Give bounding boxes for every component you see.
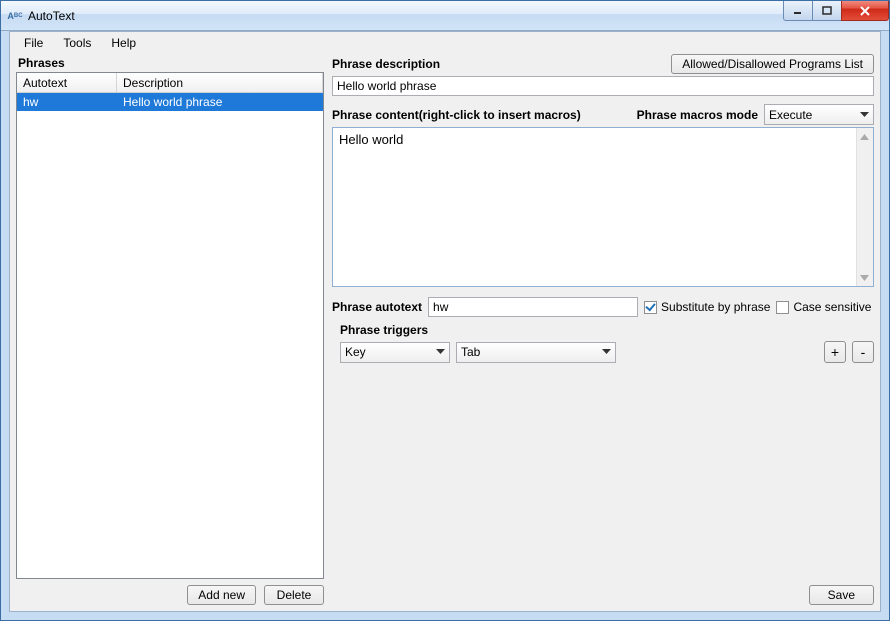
window-title: AutoText [28,9,75,23]
phrase-content-label: Phrase content(right-click to insert mac… [332,108,581,122]
row-autotext: Phrase autotext Substitute by phrase Cas… [332,297,874,317]
remove-trigger-button[interactable]: - [852,341,874,363]
scroll-down-icon[interactable] [858,271,871,284]
phrase-description-label: Phrase description [332,57,440,71]
column-description[interactable]: Description [117,73,323,92]
phrases-table: Autotext Description hw Hello world phra… [16,72,324,579]
content: Phrases Autotext Description hw Hello wo… [10,54,880,611]
app-window: ABC AutoText File Tools Help Phrases [0,0,890,621]
scrollbar[interactable] [856,128,873,286]
maximize-button[interactable] [812,1,842,21]
macros-mode-combo[interactable]: Execute [764,104,874,125]
menu-file[interactable]: File [16,34,51,52]
phrases-heading: Phrases [16,54,324,72]
titlebar: ABC AutoText [1,1,889,31]
triggers-label: Phrase triggers [332,323,874,337]
minimize-button[interactable] [783,1,813,21]
phrase-description-input[interactable]: Hello world phrase [332,76,874,96]
save-button[interactable]: Save [809,585,874,605]
checkbox-icon [776,301,789,314]
macros-mode-label: Phrase macros mode [637,108,758,122]
menubar: File Tools Help [10,32,880,54]
cell-description: Hello world phrase [117,95,323,109]
scroll-up-icon[interactable] [858,130,871,143]
save-row: Save [332,579,874,605]
window-controls [784,1,889,21]
checkbox-icon [644,301,657,314]
close-button[interactable] [841,1,889,21]
left-panel: Phrases Autotext Description hw Hello wo… [16,54,324,605]
chevron-down-icon [602,349,611,355]
table-body: hw Hello world phrase [17,93,323,578]
phrase-content-input[interactable]: Hello world [332,127,874,287]
substitute-label: Substitute by phrase [661,300,770,314]
trigger-value-combo[interactable]: Tab [456,342,616,363]
phrase-content-text: Hello world [339,132,403,147]
app-icon: ABC [7,8,23,24]
row-content-header: Phrase content(right-click to insert mac… [332,104,874,125]
column-autotext[interactable]: Autotext [17,73,117,92]
menu-help[interactable]: Help [103,34,144,52]
row-description-header: Phrase description Allowed/Disallowed Pr… [332,54,874,74]
chevron-down-icon [436,349,445,355]
case-sensitive-label: Case sensitive [793,300,871,314]
phrase-autotext-label: Phrase autotext [332,300,422,314]
trigger-type-combo[interactable]: Key [340,342,450,363]
table-header: Autotext Description [17,73,323,93]
programs-list-button[interactable]: Allowed/Disallowed Programs List [671,54,874,74]
trigger-value: Tab [461,345,480,359]
trigger-row: Key Tab + - [332,341,874,363]
triggers-section: Phrase triggers Key Tab + - [332,323,874,363]
right-panel: Phrase description Allowed/Disallowed Pr… [332,54,874,605]
phrase-autotext-input[interactable] [428,297,638,317]
delete-button[interactable]: Delete [264,585,324,605]
substitute-checkbox[interactable]: Substitute by phrase [644,300,770,314]
menu-tools[interactable]: Tools [55,34,99,52]
add-trigger-button[interactable]: + [824,341,846,363]
cell-autotext: hw [17,95,117,109]
case-sensitive-checkbox[interactable]: Case sensitive [776,300,871,314]
left-buttons: Add new Delete [16,579,324,605]
trigger-type-value: Key [345,345,366,359]
macros-mode-value: Execute [769,108,812,122]
client-area: File Tools Help Phrases Autotext Descrip… [9,31,881,612]
chevron-down-icon [860,112,869,118]
table-row[interactable]: hw Hello world phrase [17,93,323,111]
add-new-button[interactable]: Add new [187,585,256,605]
